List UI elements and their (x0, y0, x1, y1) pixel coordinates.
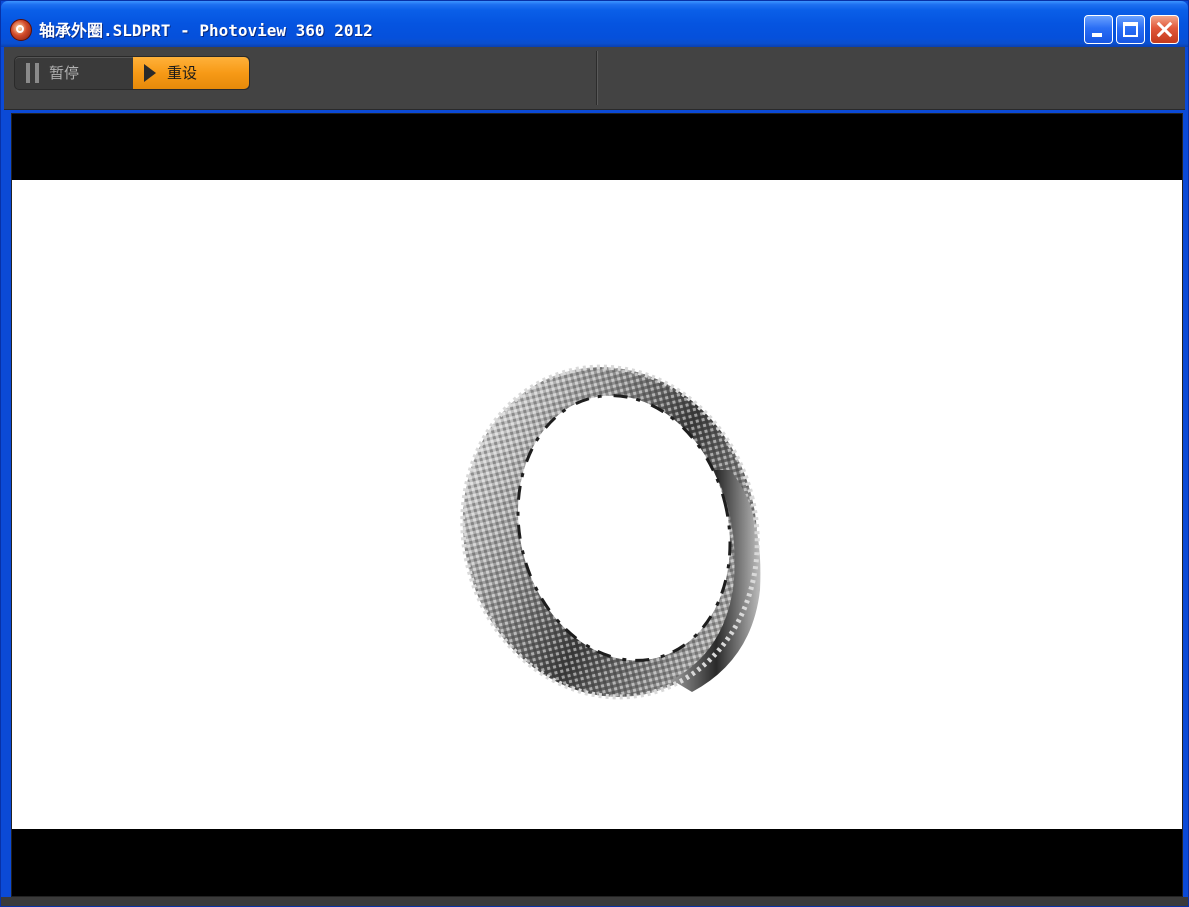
pause-button[interactable]: 暂停 (15, 57, 133, 89)
title-bar[interactable]: 轴承外圈.SLDPRT - Photoview 360 2012 (1, 1, 1188, 47)
render-canvas[interactable] (12, 180, 1182, 829)
window-title: 轴承外圈.SLDPRT - Photoview 360 2012 (39, 21, 373, 40)
pause-label: 暂停 (49, 64, 80, 82)
minimize-icon (1092, 33, 1102, 37)
minimize-button[interactable] (1084, 15, 1113, 44)
maximize-icon (1123, 22, 1138, 37)
maximize-button[interactable] (1116, 15, 1145, 44)
window-bottom-border (1, 897, 1188, 906)
render-toolbar: 暂停 重设 (4, 47, 1185, 110)
render-viewport[interactable] (11, 113, 1183, 897)
pause-icon (25, 63, 41, 83)
reset-label: 重设 (167, 64, 198, 82)
close-icon (1151, 16, 1178, 43)
render-control-group: 暂停 重设 (14, 56, 250, 90)
play-icon (144, 64, 156, 82)
photoview-window: 轴承外圈.SLDPRT - Photoview 360 2012 暂停 重设 (0, 0, 1189, 907)
photoview-app-icon[interactable] (10, 19, 32, 41)
close-button[interactable] (1150, 15, 1179, 44)
toolbar-divider (596, 51, 598, 105)
reset-button[interactable]: 重设 (133, 57, 249, 89)
bearing-outer-ring-render (460, 364, 761, 700)
